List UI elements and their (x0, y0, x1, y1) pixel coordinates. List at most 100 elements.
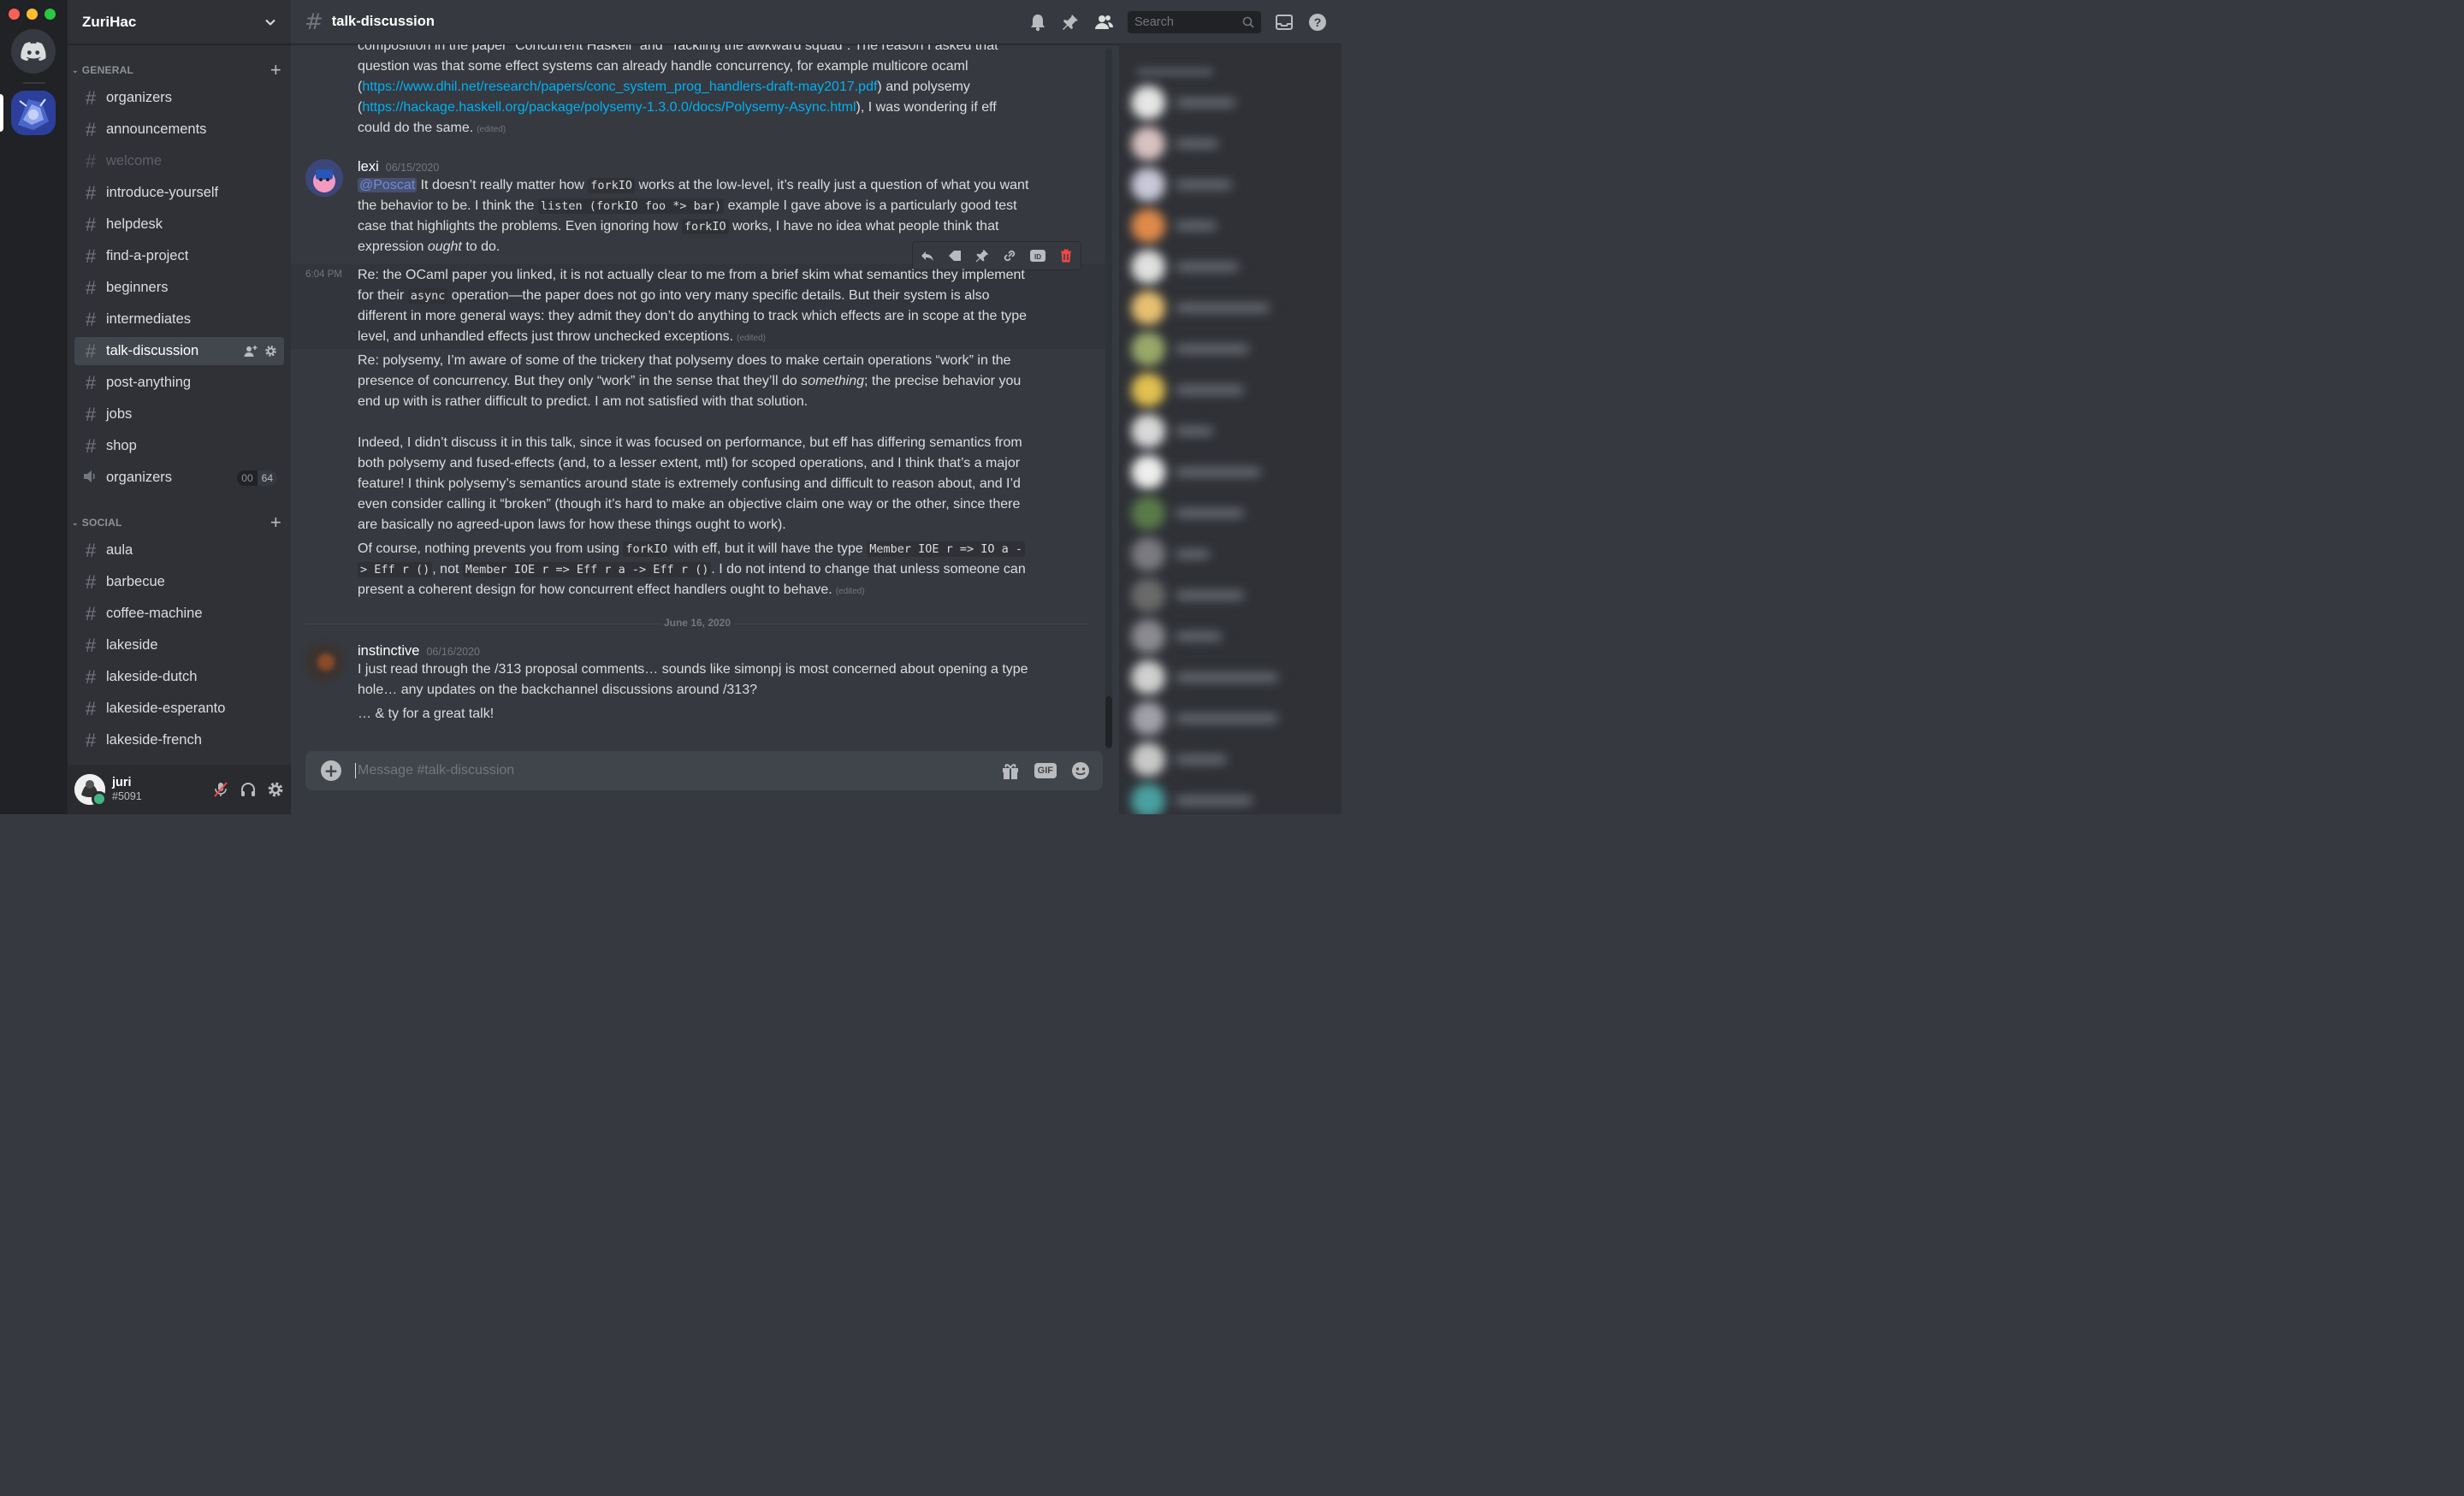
delete-icon[interactable] (1058, 248, 1074, 263)
discord-logo-icon (21, 42, 46, 61)
hash-icon: # (85, 340, 97, 362)
member-item[interactable] (1131, 250, 1239, 284)
member-item[interactable] (1131, 86, 1235, 120)
member-item[interactable] (1131, 496, 1244, 530)
hash-icon: # (85, 634, 97, 656)
channel-lakeside-esperanto[interactable]: # lakeside-esperanto (74, 695, 284, 723)
channel-intermediates[interactable]: # intermediates (74, 305, 284, 334)
channel-shop[interactable]: # shop (74, 432, 284, 460)
member-item[interactable] (1131, 209, 1217, 243)
add-channel-icon[interactable]: + (270, 61, 281, 80)
link-polysemy-async[interactable]: https://hackage.haskell.org/package/poly… (362, 100, 856, 115)
copy-link-icon[interactable] (1002, 248, 1017, 263)
member-item[interactable] (1131, 373, 1244, 407)
member-item[interactable] (1131, 660, 1278, 695)
maximize-window-button[interactable] (44, 9, 56, 20)
bell-icon[interactable] (1028, 13, 1047, 32)
chat-area: # talk-discussion Search ? composition i… (291, 0, 1342, 814)
tag-icon[interactable] (947, 248, 962, 263)
avatar[interactable] (305, 643, 343, 681)
search-input[interactable]: Search (1128, 10, 1261, 33)
channel-organizers[interactable]: # organizers (74, 84, 284, 112)
link-ocaml-paper[interactable]: https://www.dhil.net/research/papers/con… (362, 80, 877, 94)
message-body: Re: polysemy, I’m aware of some of the t… (358, 353, 1022, 532)
edited-label: (edited) (477, 125, 506, 134)
channel-lakeside-french[interactable]: # lakeside-french (74, 726, 284, 754)
hash-icon: # (85, 697, 97, 719)
member-item[interactable] (1131, 127, 1218, 161)
member-item[interactable] (1131, 414, 1213, 448)
member-item[interactable] (1131, 619, 1222, 653)
upload-plus-button[interactable]: + (321, 760, 341, 781)
channel-talk-discussion[interactable]: # talk-discussion (74, 337, 284, 365)
channel-find-a-project[interactable]: # find-a-project (74, 242, 284, 270)
username: juri (112, 776, 132, 789)
scrollbar-thumb[interactable] (1105, 696, 1112, 748)
message-author[interactable]: instinctive (358, 643, 419, 659)
member-list-icon[interactable] (1093, 13, 1114, 32)
copy-id-icon[interactable]: ID (1029, 248, 1046, 263)
close-window-button[interactable] (9, 9, 20, 20)
mute-microphone-icon[interactable] (212, 781, 229, 798)
gift-icon[interactable] (1000, 760, 1021, 781)
channel-lakeside[interactable]: # lakeside (74, 631, 284, 659)
voice-channel-organizers[interactable]: organizers 00 64 (74, 464, 284, 492)
channel-welcome[interactable]: # welcome (74, 147, 284, 175)
server-icon-zurihac[interactable] (11, 91, 56, 135)
help-icon[interactable]: ? (1307, 12, 1328, 33)
user-mention[interactable]: @Poscat (358, 178, 418, 192)
message-author[interactable]: lexi (358, 159, 379, 175)
member-item[interactable] (1131, 455, 1261, 489)
minimize-window-button[interactable] (27, 9, 38, 20)
channel-jobs[interactable]: # jobs (74, 400, 284, 429)
pin-icon[interactable] (1061, 13, 1080, 32)
gif-button[interactable]: GIF (1034, 763, 1057, 778)
user-discriminator: #5091 (112, 790, 142, 802)
message-scrollbar[interactable] (1105, 48, 1112, 749)
member-item[interactable] (1131, 701, 1278, 736)
category-general[interactable]: ⌄ GENERAL + (68, 61, 291, 80)
member-item[interactable] (1131, 537, 1210, 571)
member-group-header (1136, 68, 1213, 75)
pin-message-icon[interactable] (974, 248, 990, 263)
edited-label: (edited) (737, 334, 767, 343)
member-item[interactable] (1131, 291, 1270, 325)
inbox-icon[interactable] (1275, 13, 1294, 32)
server-header[interactable]: ZuriHac (68, 0, 291, 44)
user-settings-gear-icon[interactable] (267, 781, 284, 798)
avatar[interactable] (305, 159, 343, 197)
speaker-icon (81, 467, 100, 489)
channel-barbecue[interactable]: # barbecue (74, 568, 284, 596)
reply-icon[interactable] (920, 248, 935, 263)
channel-sidebar: ZuriHac ⌄ GENERAL + # organizers # announc… (68, 0, 291, 814)
gear-icon[interactable] (264, 345, 277, 358)
home-button[interactable] (11, 29, 56, 74)
member-item[interactable] (1131, 332, 1249, 366)
category-social[interactable]: ⌄ SOCIAL + (68, 513, 291, 532)
add-channel-icon[interactable]: + (270, 513, 281, 532)
member-item[interactable] (1131, 168, 1232, 202)
channel-beginners[interactable]: # beginners (74, 274, 284, 302)
channel-coffee-machine[interactable]: # coffee-machine (74, 600, 284, 628)
emoji-icon[interactable] (1070, 760, 1091, 781)
member-list (1119, 44, 1342, 814)
hash-icon: # (85, 435, 97, 457)
channel-introduce-yourself[interactable]: # introduce-yourself (74, 179, 284, 207)
channel-helpdesk[interactable]: # helpdesk (74, 210, 284, 239)
member-item[interactable] (1131, 742, 1227, 777)
selected-server-indicator (0, 94, 3, 132)
member-item[interactable] (1131, 783, 1253, 814)
hash-icon: # (85, 276, 97, 299)
channel-announcements[interactable]: # announcements (74, 115, 284, 144)
channel-post-anything[interactable]: # post-anything (74, 369, 284, 397)
channel-aula[interactable]: # aula (74, 536, 284, 565)
hash-icon: # (85, 308, 97, 330)
member-item[interactable] (1131, 578, 1244, 612)
category-label: GENERAL (81, 64, 134, 76)
headphones-icon[interactable] (240, 781, 257, 798)
channel-lakeside-dutch[interactable]: # lakeside-dutch (74, 663, 284, 691)
invite-member-icon[interactable] (244, 345, 258, 358)
hash-icon: # (85, 571, 97, 593)
message-input[interactable]: Message #talk-discussion (355, 763, 1000, 778)
avatar[interactable] (74, 774, 107, 807)
